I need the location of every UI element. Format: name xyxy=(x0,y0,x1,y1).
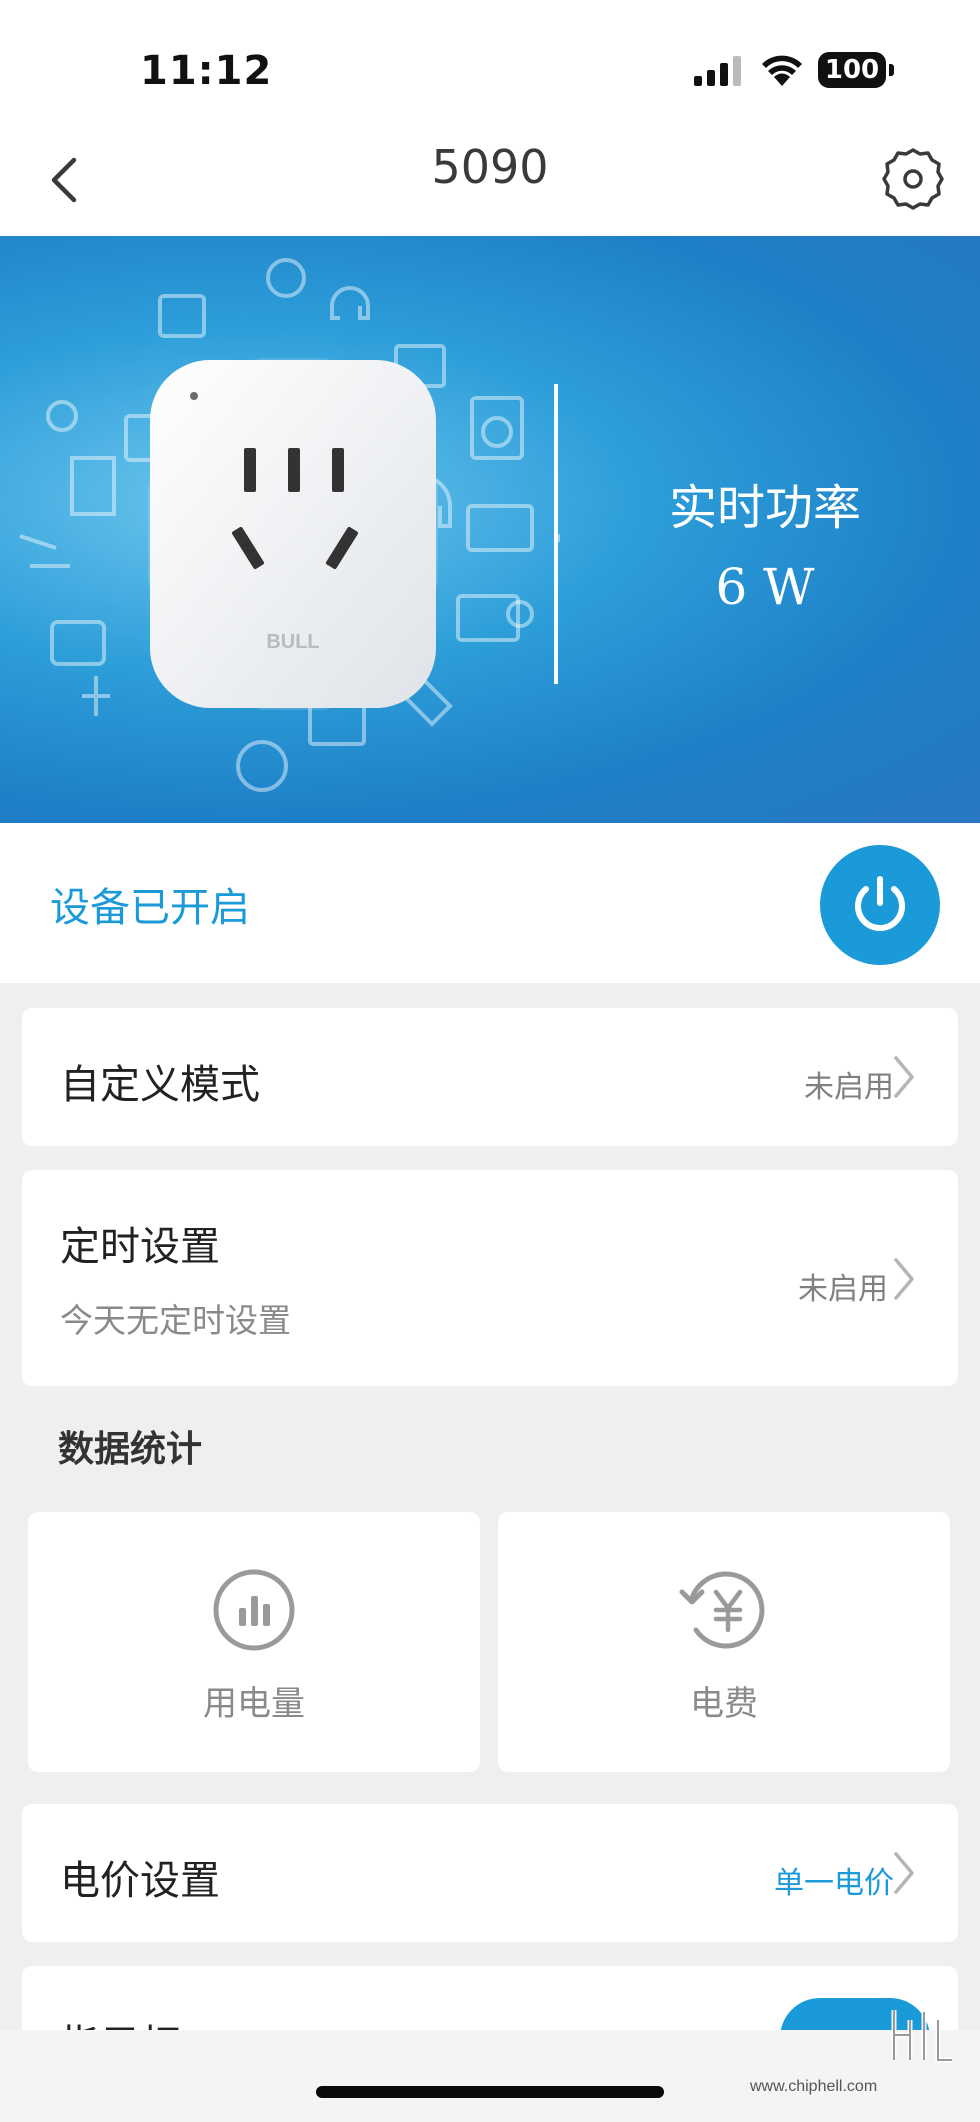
status-bar: 11:12 100 xyxy=(0,0,980,120)
custom-mode-card[interactable]: 自定义模式 未启用 xyxy=(22,1008,958,1146)
bar-chart-circle-icon xyxy=(213,1569,295,1651)
watermark-text: www.chiphell.com xyxy=(750,2078,878,2095)
battery-level: 100 xyxy=(824,55,880,85)
timer-card[interactable]: 定时设置 今天无定时设置 未启用 xyxy=(22,1170,958,1386)
cost-stat-label: 电费 xyxy=(690,1684,758,1724)
price-settings-card[interactable]: 电价设置 单一电价 xyxy=(22,1804,958,1942)
data-stats-section-title: 数据统计 xyxy=(58,1429,203,1470)
chevron-left-icon[interactable] xyxy=(36,144,96,216)
realtime-power-value: 6 W xyxy=(715,558,815,616)
signal-icon xyxy=(694,56,741,86)
usage-stat-card[interactable]: 用电量 xyxy=(28,1512,480,1772)
banner-divider xyxy=(554,384,558,684)
power-icon xyxy=(855,876,905,931)
watermark-logo xyxy=(891,2010,952,2063)
device-status-row: 设备已开启 xyxy=(0,823,980,983)
chevron-right-icon xyxy=(894,1258,914,1300)
device-status-text: 设备已开启 xyxy=(50,885,250,931)
page-title: 5090 xyxy=(431,140,549,194)
timer-title: 定时设置 xyxy=(60,1224,220,1270)
chevron-right-icon xyxy=(894,1056,914,1098)
watermark: www.chiphell.com xyxy=(750,1990,970,2100)
custom-mode-title: 自定义模式 xyxy=(60,1062,260,1108)
power-toggle-button[interactable] xyxy=(820,845,940,965)
nav-header: 5090 xyxy=(0,120,980,236)
price-settings-title: 电价设置 xyxy=(60,1858,220,1904)
price-settings-status: 单一电价 xyxy=(774,1866,894,1901)
status-time: 11:12 xyxy=(140,48,273,94)
chevron-right-icon xyxy=(894,1852,914,1894)
home-indicator[interactable] xyxy=(316,2086,664,2098)
brand-logo: BULL xyxy=(266,631,319,653)
device-banner: BULL 实时功率 6 W xyxy=(0,236,980,823)
timer-status: 未启用 xyxy=(798,1272,888,1307)
realtime-power-label: 实时功率 xyxy=(668,480,861,536)
custom-mode-status: 未启用 xyxy=(804,1070,894,1105)
gear-icon[interactable] xyxy=(880,146,946,212)
yen-refresh-icon xyxy=(679,1571,765,1649)
usage-stat-label: 用电量 xyxy=(203,1684,305,1724)
timer-subtitle: 今天无定时设置 xyxy=(60,1301,291,1340)
smart-plug-image: BULL xyxy=(148,358,438,710)
cost-stat-card[interactable]: 电费 xyxy=(498,1512,950,1772)
wifi-icon xyxy=(762,55,802,86)
